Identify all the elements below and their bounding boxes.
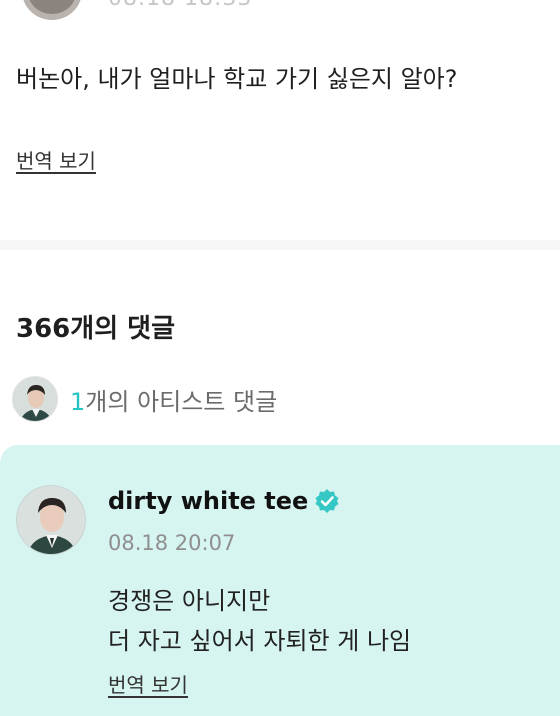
artist-avatar (12, 376, 58, 422)
post-section: 08.18 18:33 버논아, 내가 얼마나 학교 가기 싫은지 알아? 번역… (0, 0, 560, 245)
comment-line: 더 자고 싶어서 자퇴한 게 나임 (108, 627, 412, 655)
comment-author[interactable]: dirty white tee (108, 487, 340, 515)
verified-badge-icon (314, 488, 340, 514)
post-body-text: 버논아, 내가 얼마나 학교 가기 싫은지 알아? (16, 65, 458, 93)
section-divider (0, 240, 560, 250)
artist-comment-card: dirty white tee 08.18 20:07 경쟁은 아니지만 더 자… (0, 445, 560, 716)
comment-author-avatar[interactable] (16, 485, 86, 555)
artist-comments-toggle[interactable]: 1개의 아티스트 댓글 (12, 376, 277, 422)
post-translate-link[interactable]: 번역 보기 (16, 145, 96, 174)
artist-comments-label: 1개의 아티스트 댓글 (70, 382, 277, 417)
post-author-avatar[interactable] (22, 0, 82, 20)
comment-author-name: dirty white tee (108, 487, 309, 515)
comment-line: 경쟁은 아니지만 (108, 587, 271, 615)
post-date: 08.18 18:33 (108, 0, 252, 11)
fan-post-page: 08.18 18:33 버논아, 내가 얼마나 학교 가기 싫은지 알아? 번역… (0, 0, 560, 716)
artist-comments-count: 1 (70, 387, 86, 416)
comment-date: 08.18 20:07 (108, 531, 236, 555)
comments-count-title: 366개의 댓글 (16, 314, 176, 344)
comment-body: 경쟁은 아니지만 더 자고 싶어서 자퇴한 게 나임 (108, 581, 411, 661)
comment-translate-link[interactable]: 번역 보기 (108, 669, 188, 698)
artist-comments-text: 개의 아티스트 댓글 (85, 387, 278, 416)
